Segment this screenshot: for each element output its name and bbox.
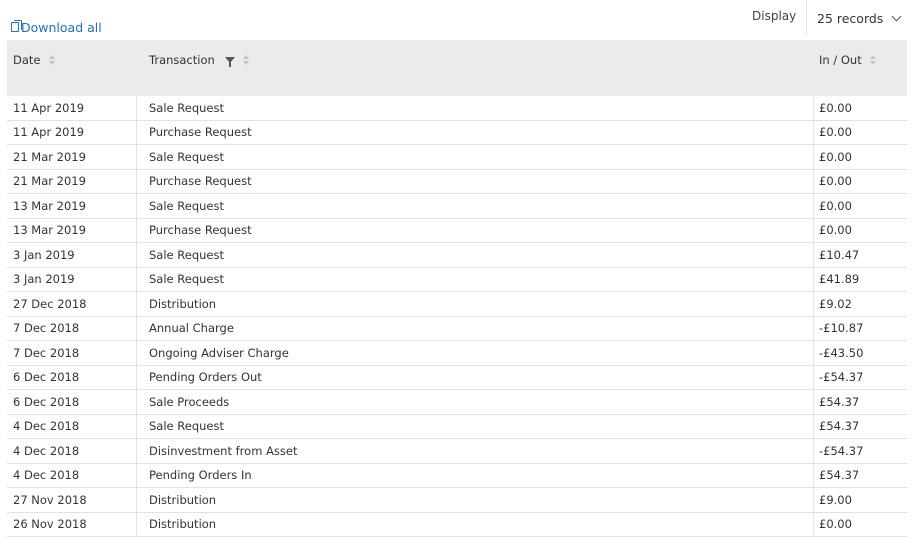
row-amount: £54.37: [819, 468, 860, 483]
records-per-page-select[interactable]: 25 records: [806, 0, 914, 36]
column-header-transaction-label: Transaction: [149, 53, 215, 67]
row-amount: -£43.50: [819, 345, 864, 360]
row-amount: £0.00: [819, 149, 852, 164]
row-amount: £0.00: [819, 517, 852, 532]
row-date: 13 Mar 2019: [7, 194, 137, 218]
row-transaction: Disinvestment from Asset: [137, 439, 814, 463]
row-date: 27 Nov 2018: [7, 488, 137, 512]
row-transaction: Sale Request: [137, 194, 814, 218]
row-transaction: Purchase Request: [137, 218, 814, 242]
sort-icon[interactable]: [242, 55, 249, 65]
row-amount: £0.00: [819, 125, 852, 140]
table-row: 4 Dec 2018 Pending Orders In £54.37: [7, 463, 907, 488]
table-row: 27 Nov 2018 Distribution £9.00: [7, 488, 907, 513]
row-amount: £0.00: [819, 174, 852, 189]
row-date: 21 Mar 2019: [7, 169, 137, 193]
table-toolbar: Download all Display 25 records: [0, 0, 914, 40]
table-row: 7 Dec 2018 Ongoing Adviser Charge -£43.50: [7, 341, 907, 366]
row-transaction: Sale Request: [137, 96, 814, 120]
table-row: 3 Jan 2019 Sale Request £41.89: [7, 267, 907, 292]
row-date: 27 Dec 2018: [7, 292, 137, 316]
table-row: 13 Mar 2019 Purchase Request £0.00: [7, 218, 907, 243]
row-transaction: Distribution: [137, 488, 814, 512]
row-amount: -£10.87: [819, 321, 864, 336]
row-amount: £0.00: [819, 100, 852, 115]
transactions-table: Date Transaction In / Out 11 Apr 2019 Sal…: [7, 40, 907, 537]
table-row: 3 Jan 2019 Sale Request £10.47: [7, 243, 907, 268]
row-amount: -£54.37: [819, 370, 864, 385]
row-date: 4 Dec 2018: [7, 439, 137, 463]
table-header: Date Transaction In / Out: [7, 40, 907, 96]
row-date: 4 Dec 2018: [7, 463, 137, 487]
column-header-in-out-label: In / Out: [819, 53, 862, 67]
row-date: 6 Dec 2018: [7, 390, 137, 414]
row-amount: £0.00: [819, 198, 852, 213]
row-date: 13 Mar 2019: [7, 218, 137, 242]
row-transaction: Ongoing Adviser Charge: [137, 341, 814, 365]
table-body: 11 Apr 2019 Sale Request £0.00 11 Apr 2019 P…: [7, 96, 907, 537]
row-amount: -£54.37: [819, 443, 864, 458]
row-date: 21 Mar 2019: [7, 145, 137, 169]
sort-icon[interactable]: [869, 55, 876, 65]
records-per-page-value: 25 records: [817, 10, 884, 26]
row-date: 3 Jan 2019: [7, 267, 137, 291]
download-all-link[interactable]: Download all: [11, 18, 102, 36]
column-header-date[interactable]: Date: [13, 53, 55, 67]
row-transaction: Purchase Request: [137, 169, 814, 193]
table-row: 21 Mar 2019 Purchase Request £0.00: [7, 169, 907, 194]
row-transaction: Sale Request: [137, 267, 814, 291]
copy-document-icon: [11, 20, 22, 32]
row-date: 3 Jan 2019: [7, 243, 137, 267]
row-transaction: Pending Orders In: [137, 463, 814, 487]
filter-icon[interactable]: [224, 57, 235, 67]
table-row: 21 Mar 2019 Sale Request £0.00: [7, 145, 907, 170]
row-date: 11 Apr 2019: [7, 96, 137, 120]
table-row: 26 Nov 2018 Distribution £0.00: [7, 512, 907, 537]
table-row: 13 Mar 2019 Sale Request £0.00: [7, 194, 907, 219]
display-label: Display: [752, 9, 797, 23]
table-row: 11 Apr 2019 Purchase Request £0.00: [7, 120, 907, 145]
row-amount: £41.89: [819, 272, 860, 287]
chevron-down-icon: [891, 11, 902, 22]
row-transaction: Distribution: [137, 292, 814, 316]
row-transaction: Sale Proceeds: [137, 390, 814, 414]
row-transaction: Pending Orders Out: [137, 365, 814, 389]
column-header-in-out[interactable]: In / Out: [819, 53, 876, 67]
row-date: 4 Dec 2018: [7, 414, 137, 438]
column-header-date-label: Date: [13, 53, 41, 67]
row-transaction: Sale Request: [137, 414, 814, 438]
sort-icon[interactable]: [48, 55, 55, 65]
row-date: 11 Apr 2019: [7, 120, 137, 144]
row-transaction: Distribution: [137, 512, 814, 536]
row-date: 6 Dec 2018: [7, 365, 137, 389]
row-date: 7 Dec 2018: [7, 341, 137, 365]
row-transaction: Sale Request: [137, 243, 814, 267]
table-row: 4 Dec 2018 Disinvestment from Asset -£54.3…: [7, 439, 907, 464]
row-transaction: Annual Charge: [137, 316, 814, 340]
row-amount: £9.02: [819, 296, 852, 311]
row-date: 26 Nov 2018: [7, 512, 137, 536]
column-header-transaction[interactable]: Transaction: [149, 53, 249, 67]
table-row: 7 Dec 2018 Annual Charge -£10.87: [7, 316, 907, 341]
row-date: 7 Dec 2018: [7, 316, 137, 340]
table-row: 11 Apr 2019 Sale Request £0.00: [7, 96, 907, 121]
table-row: 4 Dec 2018 Sale Request £54.37: [7, 414, 907, 439]
row-amount: £54.37: [819, 419, 860, 434]
row-amount: £0.00: [819, 223, 852, 238]
row-amount: £9.00: [819, 492, 852, 507]
table-row: 6 Dec 2018 Pending Orders Out -£54.37: [7, 365, 907, 390]
row-amount: £10.47: [819, 247, 860, 262]
row-transaction: Sale Request: [137, 145, 814, 169]
download-all-label: Download all: [21, 19, 102, 35]
table-row: 27 Dec 2018 Distribution £9.02: [7, 292, 907, 317]
row-transaction: Purchase Request: [137, 120, 814, 144]
table-row: 6 Dec 2018 Sale Proceeds £54.37: [7, 390, 907, 415]
row-amount: £54.37: [819, 394, 860, 409]
